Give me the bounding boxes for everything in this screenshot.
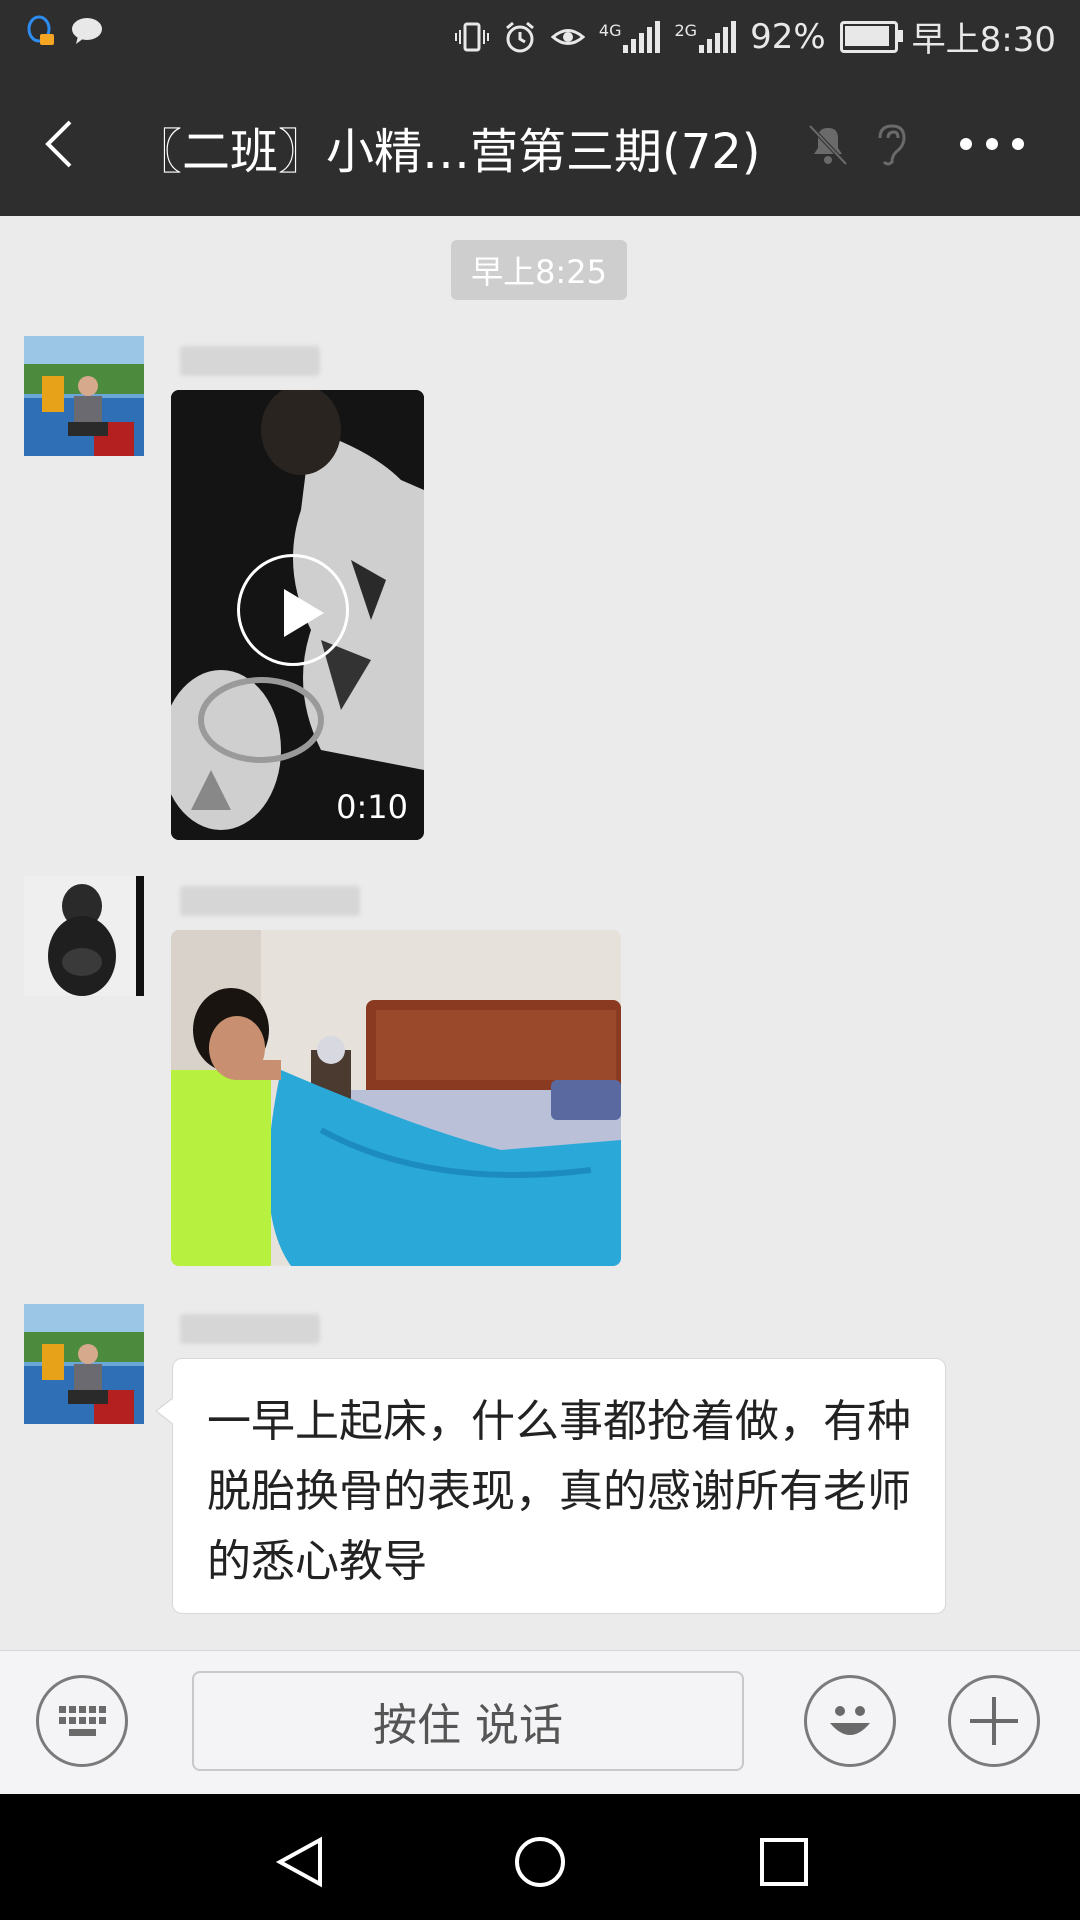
network-type-label-2: 2G [674, 20, 698, 40]
chat-header: 〖二班〗小精…营第三期(72) [0, 72, 1080, 216]
video-duration: 0:10 [336, 788, 408, 826]
more-icon[interactable] [960, 132, 1030, 156]
chat-messages[interactable]: 早上8:25 0:10 一早上起床，什么事都抢着做，有种脱胎换骨的表现，真的感谢… [0, 216, 1080, 1650]
alarm-icon [505, 21, 534, 52]
avatar[interactable] [24, 1304, 144, 1424]
sender-name-blurred [180, 346, 320, 376]
image-message[interactable] [171, 930, 621, 1266]
back-arrow-icon[interactable] [36, 118, 88, 170]
avatar[interactable] [24, 876, 144, 996]
battery-percent: 92% [750, 16, 826, 57]
hold-to-talk-button[interactable]: 按住 说话 [192, 1671, 744, 1771]
status-left-icons [22, 14, 104, 48]
avatar[interactable] [24, 336, 144, 456]
keyboard-icon [59, 1706, 106, 1736]
status-right: 4G 2G 92% 早上8:30 [454, 12, 1056, 61]
play-icon[interactable] [237, 554, 349, 666]
signal-strength-icon-2 [699, 20, 737, 53]
photo-thumbnail [171, 930, 621, 1266]
nav-back-icon[interactable] [272, 1834, 328, 1890]
signal-strength-icon [623, 20, 661, 53]
keyboard-toggle-button[interactable] [36, 1675, 128, 1767]
nav-home-icon[interactable] [512, 1834, 568, 1890]
status-bar: 4G 2G 92% 早上8:30 [0, 0, 1080, 72]
bell-muted-icon [808, 124, 848, 166]
emoji-button[interactable] [804, 1675, 896, 1767]
chat-title: 〖二班〗小精…营第三期(72) [134, 124, 761, 180]
plus-icon [970, 1697, 1018, 1745]
text-message-bubble[interactable]: 一早上起床，什么事都抢着做，有种脱胎换骨的表现，真的感谢所有老师的悉心教导 [155, 1358, 946, 1614]
vibrate-icon [454, 22, 489, 51]
battery-icon [839, 20, 903, 53]
system-navigation-bar [0, 1794, 1080, 1920]
more-functions-button[interactable] [948, 1675, 1040, 1767]
sender-name-blurred [180, 886, 360, 916]
message-timestamp: 早上8:25 [451, 240, 627, 300]
video-message[interactable]: 0:10 [171, 390, 424, 840]
emoji-icon [830, 1706, 870, 1735]
text-message: 一早上起床，什么事都抢着做，有种脱胎换骨的表现，真的感谢所有老师的悉心教导 [207, 1396, 911, 1587]
sender-name-blurred [180, 1314, 320, 1344]
input-bar: 按住 说话 [0, 1650, 1080, 1794]
chat-notification-icon [72, 18, 102, 44]
eye-comfort-icon [550, 28, 585, 45]
network-type-label: 4G [598, 20, 622, 40]
qq-notification-icon [27, 15, 54, 45]
status-time: 早上8:30 [911, 20, 1056, 60]
battery-level [844, 25, 889, 46]
nav-recents-icon[interactable] [756, 1834, 812, 1890]
earpiece-icon [878, 124, 906, 166]
